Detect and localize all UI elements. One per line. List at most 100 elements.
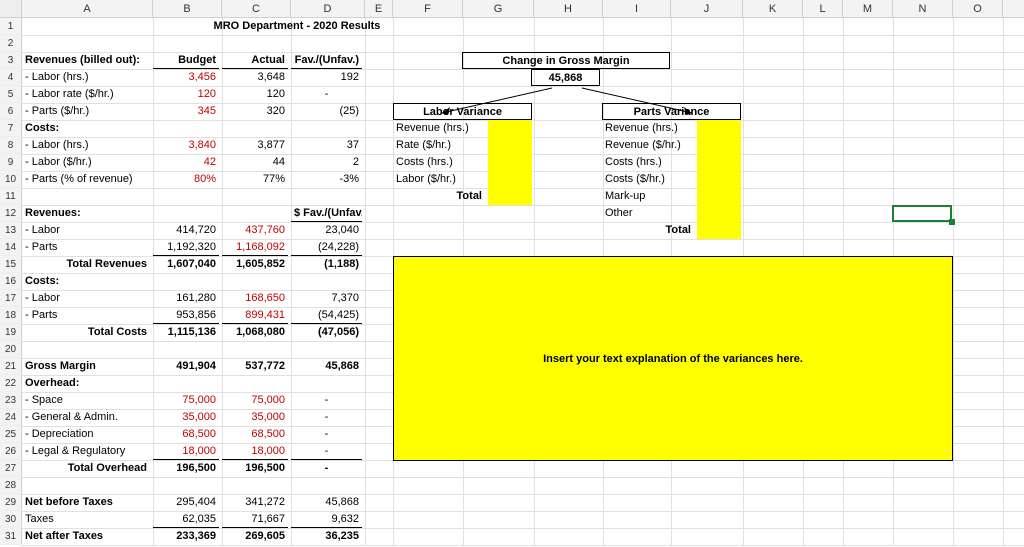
- fill-handle[interactable]: [949, 219, 955, 225]
- val-d10[interactable]: -3%: [291, 171, 362, 188]
- val-b21[interactable]: 491,904: [153, 358, 219, 375]
- val-c31[interactable]: 269,605: [222, 528, 288, 545]
- val-d24[interactable]: -: [291, 409, 362, 426]
- val-c29[interactable]: 341,272: [222, 494, 288, 511]
- col-header-N[interactable]: N: [893, 0, 953, 17]
- val-b13[interactable]: 414,720: [153, 222, 219, 239]
- row-header-29[interactable]: 29: [0, 494, 22, 511]
- col-header-I[interactable]: I: [603, 0, 671, 17]
- row-header-27[interactable]: 27: [0, 460, 22, 477]
- row-header-9[interactable]: 9: [0, 154, 22, 171]
- col-header-B[interactable]: B: [153, 0, 222, 17]
- val-d17[interactable]: 7,370: [291, 290, 362, 307]
- val-c15[interactable]: 1,605,852: [222, 256, 288, 273]
- pv-val7[interactable]: [697, 222, 741, 239]
- cells-area[interactable]: MRO Department - 2020 Results Revenues (…: [22, 18, 1024, 547]
- val-c21[interactable]: 537,772: [222, 358, 288, 375]
- val-b24[interactable]: 35,000: [153, 409, 219, 426]
- spreadsheet[interactable]: ABCDEFGHIJKLMNO 123456789101112131415161…: [0, 0, 1024, 547]
- val-c13[interactable]: 437,760: [222, 222, 288, 239]
- val-c8[interactable]: 3,877: [222, 137, 288, 154]
- row-header-8[interactable]: 8: [0, 137, 22, 154]
- val-c27[interactable]: 196,500: [222, 460, 288, 477]
- val-d6[interactable]: (25): [291, 103, 362, 120]
- val-b4[interactable]: 3,456: [153, 69, 219, 86]
- val-c25[interactable]: 68,500: [222, 426, 288, 443]
- val-b14[interactable]: 1,192,320: [153, 239, 219, 256]
- row-header-25[interactable]: 25: [0, 426, 22, 443]
- val-d14[interactable]: (24,228): [291, 239, 362, 256]
- val-c4[interactable]: 3,648: [222, 69, 288, 86]
- pv-val2[interactable]: [697, 137, 741, 154]
- val-b23[interactable]: 75,000: [153, 392, 219, 409]
- val-c23[interactable]: 75,000: [222, 392, 288, 409]
- val-d23[interactable]: -: [291, 392, 362, 409]
- val-d19[interactable]: (47,056): [291, 324, 362, 341]
- val-d21[interactable]: 45,868: [291, 358, 362, 375]
- row-header-4[interactable]: 4: [0, 69, 22, 86]
- row-header-3[interactable]: 3: [0, 52, 22, 69]
- lv-val3[interactable]: [488, 154, 532, 171]
- val-d25[interactable]: -: [291, 426, 362, 443]
- val-b10[interactable]: 80%: [153, 171, 219, 188]
- val-d30[interactable]: 9,632: [291, 511, 362, 528]
- val-b5[interactable]: 120: [153, 86, 219, 103]
- col-header-H[interactable]: H: [534, 0, 603, 17]
- val-b8[interactable]: 3,840: [153, 137, 219, 154]
- col-header-M[interactable]: M: [843, 0, 893, 17]
- val-d26[interactable]: -: [291, 443, 362, 460]
- lv-val2[interactable]: [488, 137, 532, 154]
- val-b30[interactable]: 62,035: [153, 511, 219, 528]
- col-header-D[interactable]: D: [291, 0, 365, 17]
- val-c17[interactable]: 168,650: [222, 290, 288, 307]
- lv-val1[interactable]: [488, 120, 532, 137]
- val-b9[interactable]: 42: [153, 154, 219, 171]
- row-header-21[interactable]: 21: [0, 358, 22, 375]
- val-b19[interactable]: 1,115,136: [153, 324, 219, 341]
- val-c9[interactable]: 44: [222, 154, 288, 171]
- col-header-E[interactable]: E: [365, 0, 393, 17]
- val-d15[interactable]: (1,188): [291, 256, 362, 273]
- row-header-10[interactable]: 10: [0, 171, 22, 188]
- explanation-box[interactable]: Insert your text explanation of the vari…: [393, 256, 953, 461]
- col-header-A[interactable]: A: [22, 0, 153, 17]
- val-d9[interactable]: 2: [291, 154, 362, 171]
- val-b31[interactable]: 233,369: [153, 528, 219, 545]
- val-c30[interactable]: 71,667: [222, 511, 288, 528]
- val-c14[interactable]: 1,168,092: [222, 239, 288, 256]
- row-header-22[interactable]: 22: [0, 375, 22, 392]
- col-header-L[interactable]: L: [803, 0, 843, 17]
- val-d13[interactable]: 23,040: [291, 222, 362, 239]
- pv-val1[interactable]: [697, 120, 741, 137]
- row-header-13[interactable]: 13: [0, 222, 22, 239]
- row-header-28[interactable]: 28: [0, 477, 22, 494]
- row-header-19[interactable]: 19: [0, 324, 22, 341]
- pv-val5[interactable]: [697, 188, 741, 205]
- col-header-F[interactable]: F: [393, 0, 463, 17]
- lv-val5[interactable]: [488, 188, 532, 205]
- col-header-O[interactable]: O: [953, 0, 1003, 17]
- col-header-G[interactable]: G: [463, 0, 534, 17]
- row-header-18[interactable]: 18: [0, 307, 22, 324]
- val-b18[interactable]: 953,856: [153, 307, 219, 324]
- col-header-C[interactable]: C: [222, 0, 291, 17]
- val-b26[interactable]: 18,000: [153, 443, 219, 460]
- val-c26[interactable]: 18,000: [222, 443, 288, 460]
- val-b6[interactable]: 345: [153, 103, 219, 120]
- val-d8[interactable]: 37: [291, 137, 362, 154]
- val-d4[interactable]: 192: [291, 69, 362, 86]
- val-c6[interactable]: 320: [222, 103, 288, 120]
- corner-cell[interactable]: [0, 0, 22, 17]
- val-c19[interactable]: 1,068,080: [222, 324, 288, 341]
- val-d5[interactable]: -: [291, 86, 362, 103]
- row-header-31[interactable]: 31: [0, 528, 22, 545]
- row-header-20[interactable]: 20: [0, 341, 22, 358]
- row-header-7[interactable]: 7: [0, 120, 22, 137]
- row-header-2[interactable]: 2: [0, 35, 22, 52]
- col-header-J[interactable]: J: [671, 0, 743, 17]
- row-header-5[interactable]: 5: [0, 86, 22, 103]
- row-header-24[interactable]: 24: [0, 409, 22, 426]
- val-c24[interactable]: 35,000: [222, 409, 288, 426]
- val-c10[interactable]: 77%: [222, 171, 288, 188]
- selected-cell[interactable]: [892, 205, 952, 222]
